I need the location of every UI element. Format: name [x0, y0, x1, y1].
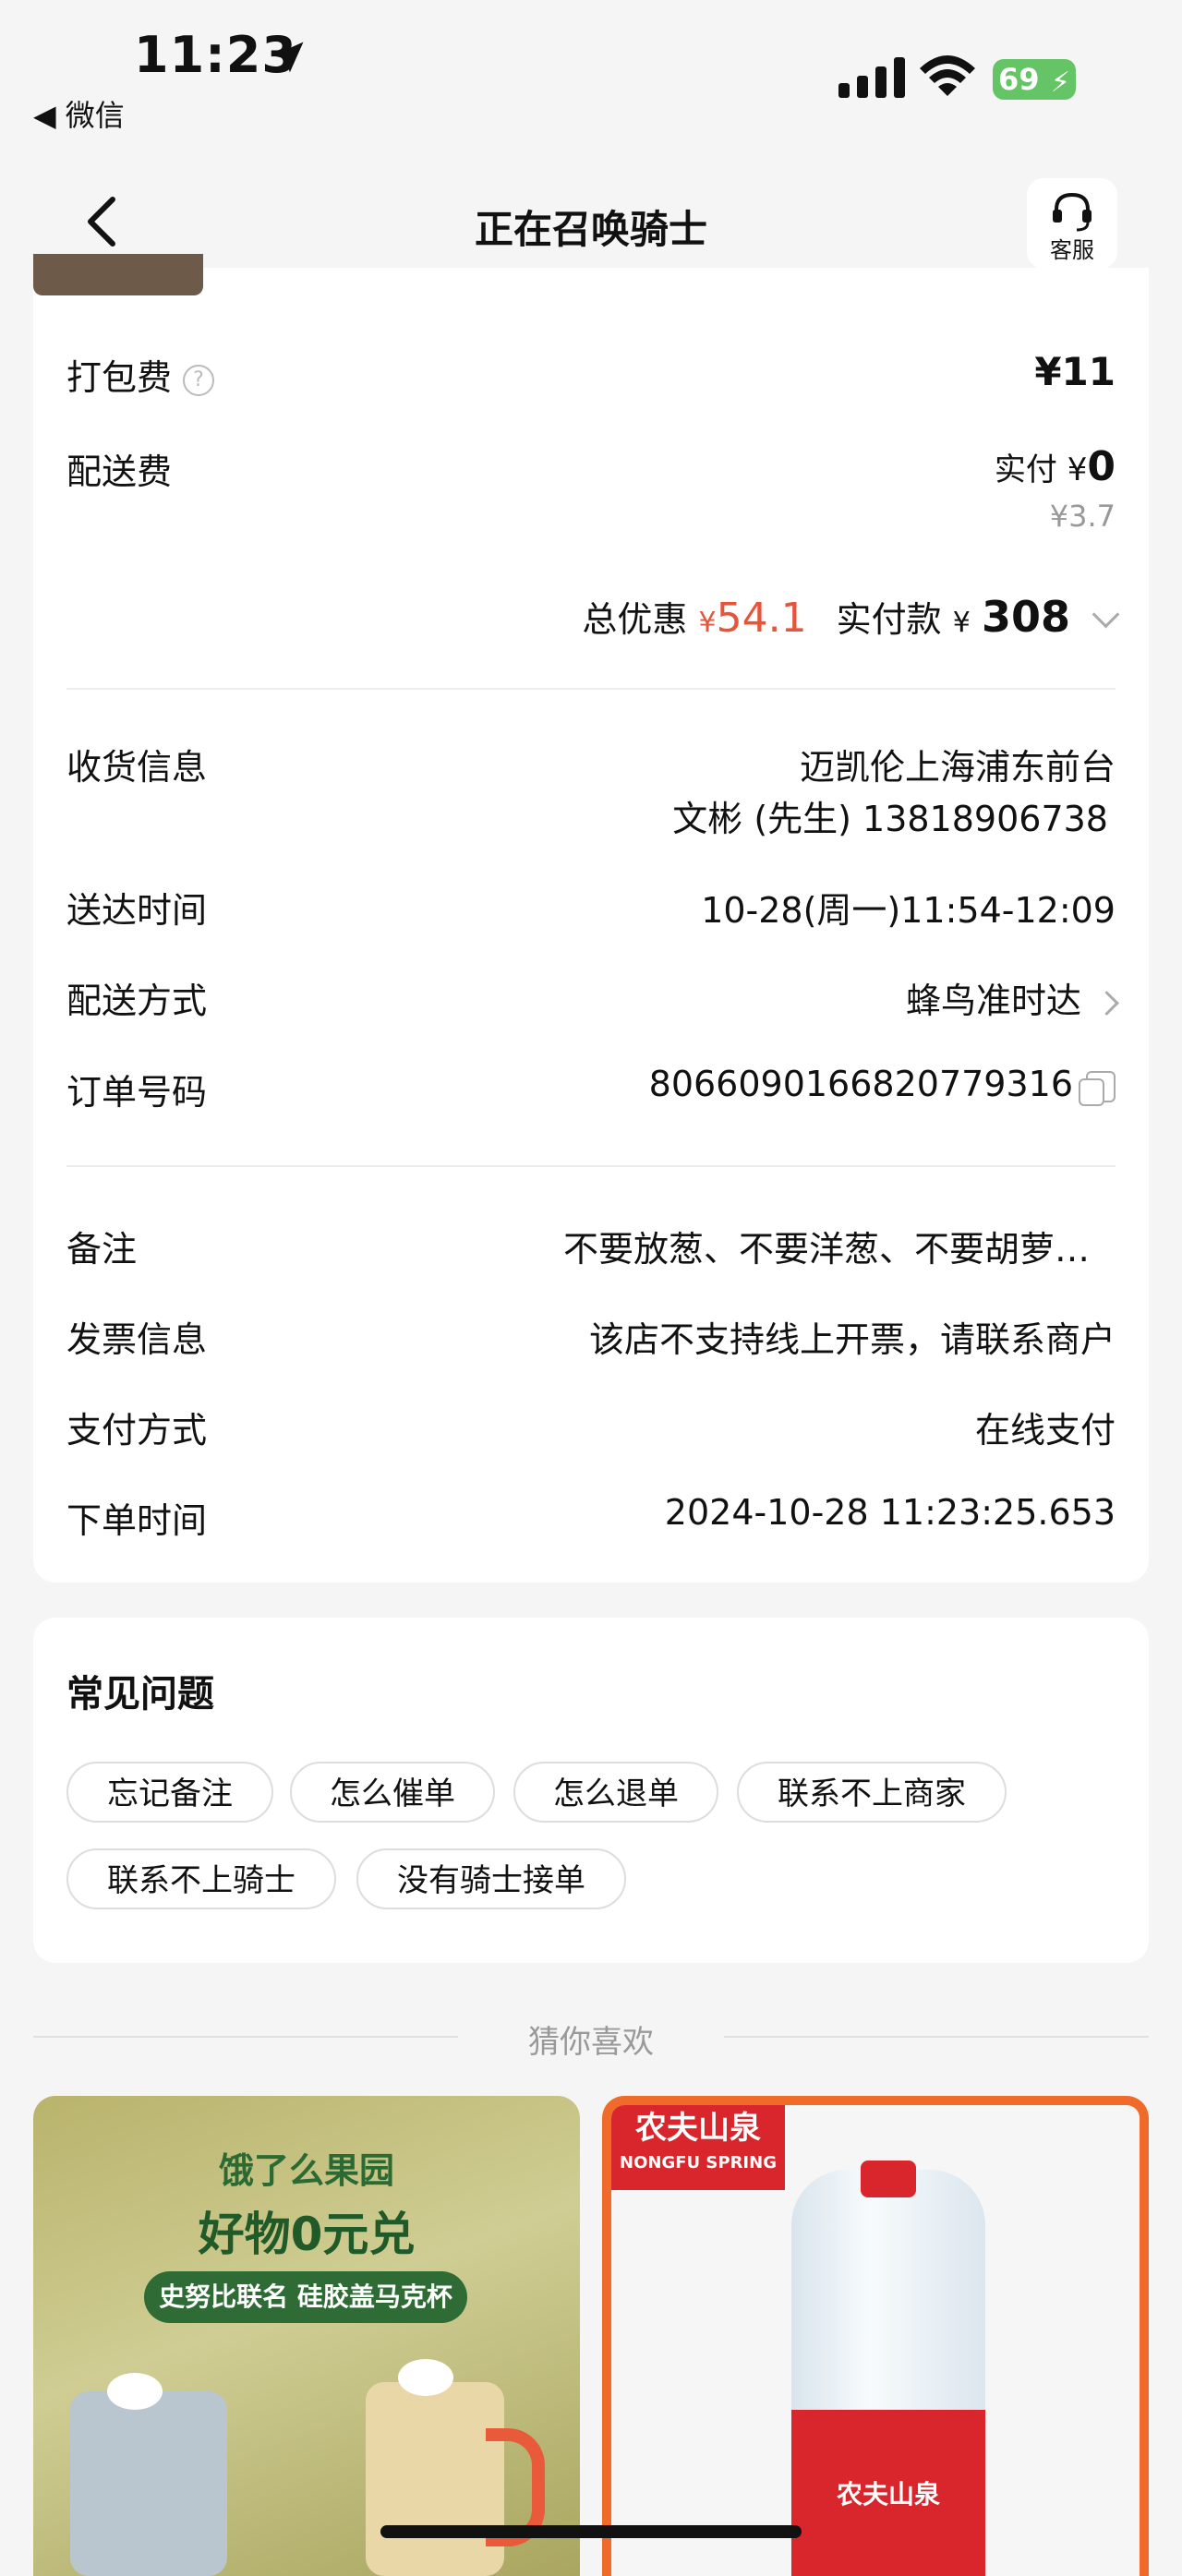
- snoopy-figure-image: [398, 2359, 453, 2396]
- packing-fee-label: 打包费: [66, 357, 173, 398]
- bottle-label-text: 农夫山泉: [836, 2479, 940, 2510]
- faq-chip[interactable]: 忘记备注: [66, 1762, 273, 1823]
- battery-indicator: 69 ⚡: [993, 59, 1076, 100]
- promo-card-orchard[interactable]: 饿了么果园 好物0元兑 史努比联名 硅胶盖马克杯: [33, 2096, 580, 2576]
- invoice-label: 发票信息: [66, 1319, 208, 1360]
- help-question-icon[interactable]: ?: [183, 364, 215, 396]
- promo-subtitle: 史努比联名 硅胶盖马克杯: [144, 2271, 467, 2323]
- order-time-label: 下单时间: [66, 1500, 208, 1541]
- receiver-address: 迈凯伦上海浦东前台: [799, 747, 1116, 788]
- location-arrow-icon: [272, 42, 304, 73]
- snoopy-figure-image: [107, 2373, 163, 2410]
- faq-card: 常见问题 忘记备注 怎么催单 怎么退单 联系不上商家 联系不上骑士 没有骑士接单: [33, 1618, 1149, 1963]
- order-time-value: 2024-10-28 11:23:25.653: [664, 1492, 1116, 1533]
- faq-chip[interactable]: 没有骑士接单: [356, 1848, 626, 1909]
- home-indicator[interactable]: [380, 2525, 802, 2538]
- delivery-method-label: 配送方式: [66, 981, 208, 1021]
- discount-value: 54.1: [716, 595, 807, 642]
- page-title: 正在召唤骑士: [474, 207, 707, 252]
- product-thumbnail: [33, 254, 203, 295]
- divider: [66, 1165, 1116, 1167]
- cellular-signal-icon: [838, 57, 905, 98]
- mug-image: [366, 2382, 504, 2576]
- payment-label: 支付方式: [66, 1410, 208, 1451]
- brand-name-en: NONGFU SPRING: [620, 2153, 777, 2173]
- receiver-label: 收货信息: [66, 747, 208, 788]
- faq-chip[interactable]: 怎么催单: [290, 1762, 495, 1823]
- order-number-label: 订单号码: [66, 1072, 208, 1113]
- customer-service-button[interactable]: 客服: [1027, 178, 1117, 269]
- discount-label: 总优惠: [582, 599, 688, 640]
- bottle-cap-image: [861, 2161, 916, 2197]
- faq-chip[interactable]: 联系不上骑士: [66, 1848, 336, 1909]
- delivery-paid-prefix: 实付 ¥: [994, 451, 1088, 488]
- chevron-down-icon[interactable]: [1092, 600, 1120, 629]
- recommendation-header: 猜你喜欢: [33, 2013, 1149, 2061]
- divider: [66, 688, 1116, 690]
- customer-service-label: 客服: [1050, 237, 1094, 263]
- divider: [724, 2036, 1149, 2038]
- delivery-time-value: 10-28(周一)11:54-12:09: [701, 890, 1116, 931]
- paid-value: 308: [981, 592, 1070, 642]
- status-bar: 11:23 ◀ 微信 69 ⚡: [0, 0, 1182, 138]
- faq-chip[interactable]: 怎么退单: [513, 1762, 718, 1823]
- note-value: 不要放葱、不要洋葱、不要胡萝…: [562, 1229, 1090, 1270]
- delivery-paid-value: 0: [1087, 443, 1116, 490]
- packing-fee-value: ¥11: [1034, 349, 1116, 394]
- faq-chip[interactable]: 联系不上商家: [737, 1762, 1007, 1823]
- note-label: 备注: [66, 1229, 138, 1270]
- battery-level: 69: [998, 62, 1040, 97]
- headset-icon: [1053, 192, 1092, 232]
- charging-bolt-icon: ⚡: [1050, 66, 1070, 99]
- delivery-time-label: 送达时间: [66, 890, 208, 931]
- copy-icon[interactable]: [1079, 1070, 1116, 1106]
- chevron-right-icon: [1094, 991, 1119, 1016]
- brand-name-cn: 农夫山泉: [635, 2110, 761, 2147]
- receiver-contact: 文彬 (先生) 13818906738: [672, 799, 1108, 839]
- delivery-fee-label: 配送费: [66, 451, 173, 492]
- invoice-value: 该店不支持线上开票，请联系商户: [588, 1319, 1116, 1360]
- faq-title: 常见问题: [66, 1673, 214, 1715]
- promo-headline: 好物0元兑: [198, 2208, 416, 2261]
- delivery-original-price: ¥3.7: [1049, 499, 1116, 534]
- back-to-app-link[interactable]: ◀ 微信: [33, 92, 125, 135]
- mug-image: [70, 2391, 227, 2576]
- delivery-method-value: 蜂鸟准时达: [905, 981, 1081, 1021]
- wifi-icon: [920, 55, 975, 96]
- paid-symbol: ¥: [952, 607, 971, 639]
- promo-logo: 饿了么果园: [218, 2150, 394, 2191]
- order-number-value: 8066090166820779316: [648, 1064, 1073, 1104]
- promo-card-water[interactable]: 农夫山泉 NONGFU SPRING 农夫山泉: [602, 2096, 1149, 2576]
- payment-value: 在线支付: [974, 1410, 1116, 1451]
- brand-tag: 农夫山泉 NONGFU SPRING: [611, 2105, 785, 2190]
- discount-symbol: ¥: [698, 607, 717, 639]
- paid-label: 实付款: [836, 599, 942, 640]
- recommendation-title: 猜你喜欢: [528, 2024, 654, 2061]
